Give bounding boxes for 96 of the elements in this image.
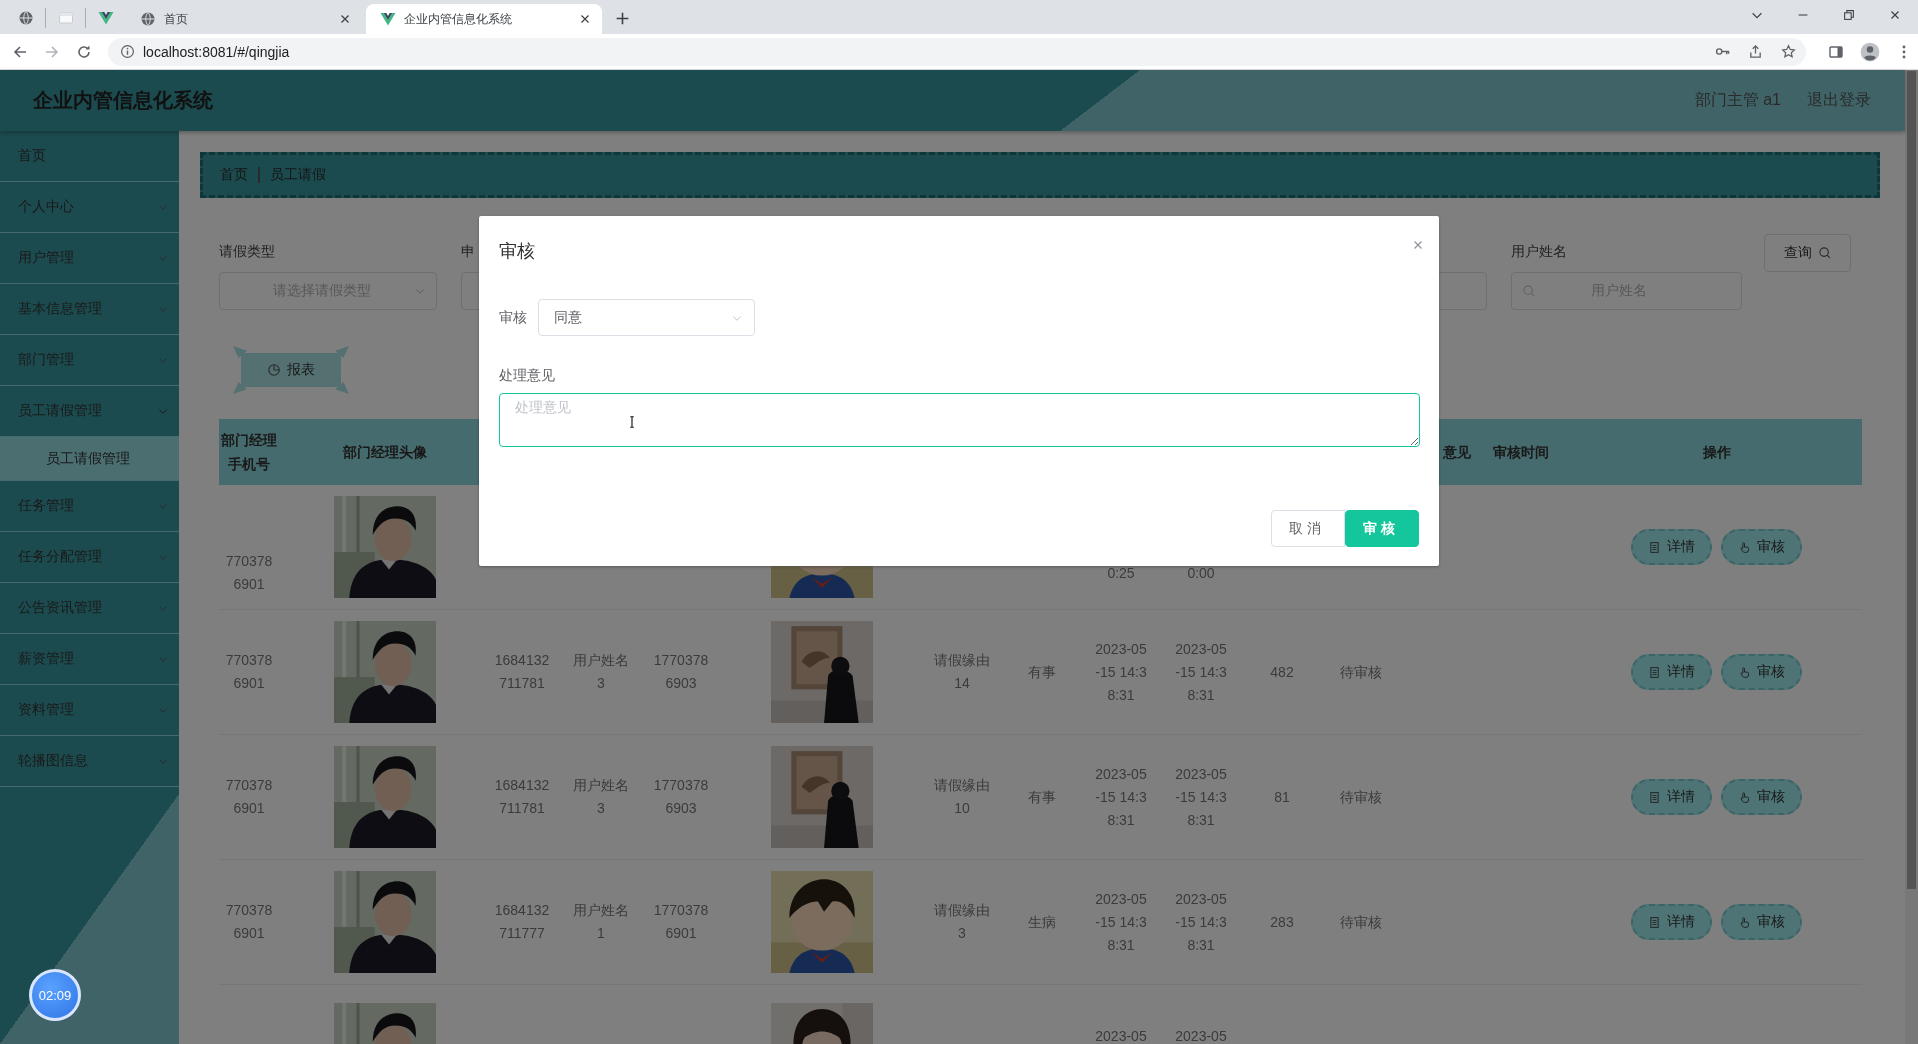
page-icon [57,10,74,26]
document-icon [1648,790,1661,804]
reload-icon[interactable] [76,43,92,60]
breadcrumb-link[interactable]: 员工请假 [270,166,326,184]
globe-icon [140,11,156,27]
field-label: 处理意见 [499,366,555,385]
user-role: 部门主管 a1 [1694,90,1781,110]
search-button[interactable]: 查询 [1764,234,1851,272]
table-cell-text: 2023-05-15 14:38:31 [1174,764,1228,830]
report-button[interactable]: 报表 [233,346,349,394]
table-cell-text: 请假缘由14 [933,651,991,693]
table-cell-text: 1684132711781 [493,776,551,818]
share-icon[interactable] [1748,44,1763,59]
table-cell-text: 81 [1274,787,1290,807]
table-cell-text: 0:25 [1107,563,1135,583]
filter-label: 申 [461,243,475,259]
table-cell-text: 17703786901 [652,901,710,943]
column-header: 审核时间 [1493,443,1549,462]
review-button[interactable]: 审核 [1721,779,1802,815]
table-cell-text: 待审核 [1340,662,1382,682]
table-cell-text: 2023-05-15 14:38:31 [1094,764,1148,830]
hand-icon [1738,540,1751,554]
details-button[interactable]: 详情 [1631,779,1712,815]
review-button[interactable]: 审核 [1721,904,1802,940]
column-header: 部门经理手机号 [220,431,278,474]
info-icon[interactable] [120,44,135,59]
column-header: 意见 [1443,443,1471,462]
back-icon[interactable] [12,43,28,60]
table-cell-text: 有事 [1028,787,1056,807]
app-title: 企业内管信息化系统 [33,88,213,113]
browser-tab[interactable]: 首页 [126,4,362,34]
logout-link[interactable]: 退出登录 [1807,90,1871,111]
profile-icon[interactable] [1860,41,1880,62]
scrollbar[interactable] [1905,70,1918,1044]
details-button[interactable]: 详情 [1631,529,1712,565]
field-label: 审核 [499,308,527,327]
table-cell-text: 17703786903 [652,651,710,693]
submit-button[interactable]: 审核 [1345,510,1419,547]
column-header: 操作 [1702,443,1731,462]
hand-icon [1738,665,1751,679]
review-button[interactable]: 审核 [1721,654,1802,690]
details-button[interactable]: 详情 [1631,654,1712,690]
table-cell-text: 用户姓名1 [572,901,630,943]
search-icon [1522,284,1536,298]
table-cell-text: 待审核 [1340,912,1382,932]
breadcrumb-link[interactable]: 首页 [220,166,248,184]
table-cell-text: 7703786901 [224,776,274,818]
table-cell-text: 17703786903 [652,776,710,818]
table-cell-text: 用户姓名3 [572,651,630,693]
table-cell-text: 待审核 [1340,787,1382,807]
table-cell-text: 2023-05-15 14:38:31 [1174,889,1228,955]
table-cell-text: 2023-05-15 14:38:31 [1094,639,1148,705]
address-bar[interactable]: localhost:8081/#/qingjia [108,37,1806,66]
table-cell-text: 2023-05 [1175,1027,1227,1044]
table-cell-text: 请假缘由10 [933,776,991,818]
globe-icon [17,10,34,26]
table-cell-text: 生病 [1028,912,1056,932]
table-cell-text: 请假缘由3 [933,901,991,943]
cancel-button[interactable]: 取消 [1271,510,1345,547]
table-cell-text: 482 [1270,662,1294,682]
table-cell-text: 2023-05-15 14:38:31 [1094,889,1148,955]
table-cell-text: 用户姓名3 [572,776,630,818]
table-cell-text: 0:00 [1187,563,1215,583]
hand-icon [1738,790,1751,804]
table-cell-text: 1684132711781 [493,651,551,693]
url-text: localhost:8081/#/qingjia [143,43,290,60]
pie-chart-icon [267,363,281,377]
table-cell-text: 2023-05-15 14:38:31 [1174,639,1228,705]
details-button[interactable]: 详情 [1631,904,1712,940]
browser-tab[interactable]: 企业内管信息化系统 [366,4,602,34]
hand-icon [1738,915,1751,929]
table-cell-text: 283 [1270,912,1294,932]
filter-label: 请假类型 [219,243,275,259]
new-tab-icon[interactable] [614,10,631,27]
table-cell-text: 2023-05 [1095,1027,1147,1044]
table-cell-text: 有事 [1028,662,1056,682]
filter-label: 用户姓名 [1511,243,1567,259]
search-icon [1817,246,1832,260]
v-logo-icon [98,10,114,26]
star-icon[interactable] [1781,44,1796,59]
column-header: 部门经理头像 [343,443,427,462]
table-cell-text: 7703786901 [224,552,274,594]
dialog-title: 审核 [499,240,535,263]
document-icon [1648,665,1661,679]
document-icon [1648,540,1661,554]
v-logo-icon [380,11,396,27]
document-icon [1648,915,1661,929]
table-cell-text: 7703786901 [224,901,274,943]
submenu-item[interactable]: 员工请假管理 [0,437,179,481]
restore-icon[interactable] [1842,8,1856,22]
decision-select[interactable]: 同意 [538,299,755,336]
side-panel-icon[interactable] [1828,43,1844,60]
comment-field[interactable]: 处理意见 [499,393,1420,447]
table-cell-text: 7703786901 [224,651,274,693]
table-cell-text: 1684132711777 [493,901,551,943]
review-button[interactable]: 审核 [1721,529,1802,565]
